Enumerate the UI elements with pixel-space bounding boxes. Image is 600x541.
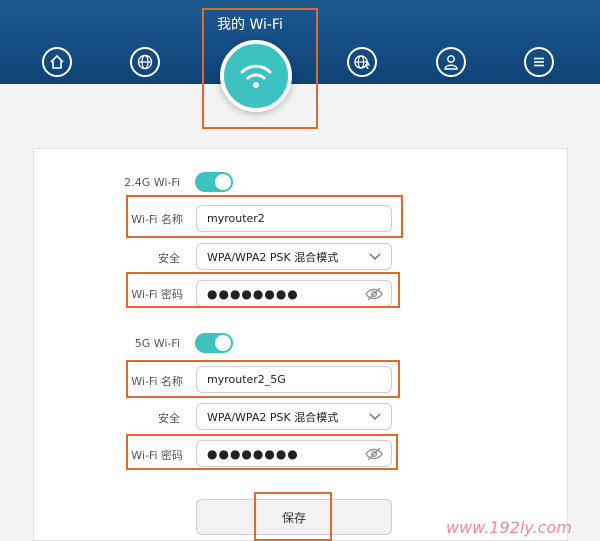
wifi24-password-input[interactable]: ●●●●●●●●	[196, 280, 392, 307]
wifi5-password-input[interactable]: ●●●●●●●●	[196, 440, 392, 467]
wifi24-security-value: WPA/WPA2 PSK 混合模式	[207, 250, 339, 264]
home-icon[interactable]	[42, 47, 72, 77]
wifi24-toggle[interactable]	[195, 172, 233, 192]
wifi24-security-label: 安全	[158, 252, 180, 265]
user-icon[interactable]	[436, 47, 466, 77]
save-button[interactable]: 保存	[196, 499, 392, 535]
globe-icon[interactable]	[130, 47, 160, 77]
wifi5-security-label: 安全	[158, 412, 180, 425]
wifi5-name-label: Wi-Fi 名称	[131, 375, 183, 388]
wifi5-password-value: ●●●●●●●●	[207, 446, 299, 461]
wifi5-security-value: WPA/WPA2 PSK 混合模式	[207, 410, 339, 424]
wifi5-toggle-label: 5G Wi-Fi	[134, 337, 180, 350]
chevron-down-icon	[369, 413, 381, 420]
wifi24-password-value: ●●●●●●●●	[207, 286, 299, 301]
wifi5-toggle[interactable]	[195, 333, 233, 353]
wifi24-toggle-label: 2.4G Wi-Fi	[124, 176, 180, 189]
wifi5-name-input[interactable]: myrouter2_5G	[196, 366, 392, 393]
chevron-down-icon	[369, 253, 381, 260]
save-button-label: 保存	[281, 510, 306, 525]
wifi5-password-label: Wi-Fi 密码	[131, 449, 183, 462]
eye-hidden-icon[interactable]	[365, 286, 383, 302]
wifi5-security-select[interactable]: WPA/WPA2 PSK 混合模式	[196, 403, 392, 430]
wifi24-password-label: Wi-Fi 密码	[131, 288, 183, 301]
wifi24-name-input[interactable]: myrouter2	[196, 205, 392, 232]
page-title: 我的 Wi-Fi	[217, 17, 283, 33]
watermark-text: www.192ly.com	[446, 518, 572, 537]
wifi-icon[interactable]	[220, 40, 292, 112]
wifi24-name-label: Wi-Fi 名称	[131, 213, 183, 226]
menu-icon[interactable]	[524, 47, 554, 77]
wifi24-security-select[interactable]: WPA/WPA2 PSK 混合模式	[196, 243, 392, 270]
eye-hidden-icon[interactable]	[365, 446, 383, 462]
globe-settings-icon[interactable]	[347, 47, 377, 77]
top-nav-bar	[0, 0, 600, 84]
